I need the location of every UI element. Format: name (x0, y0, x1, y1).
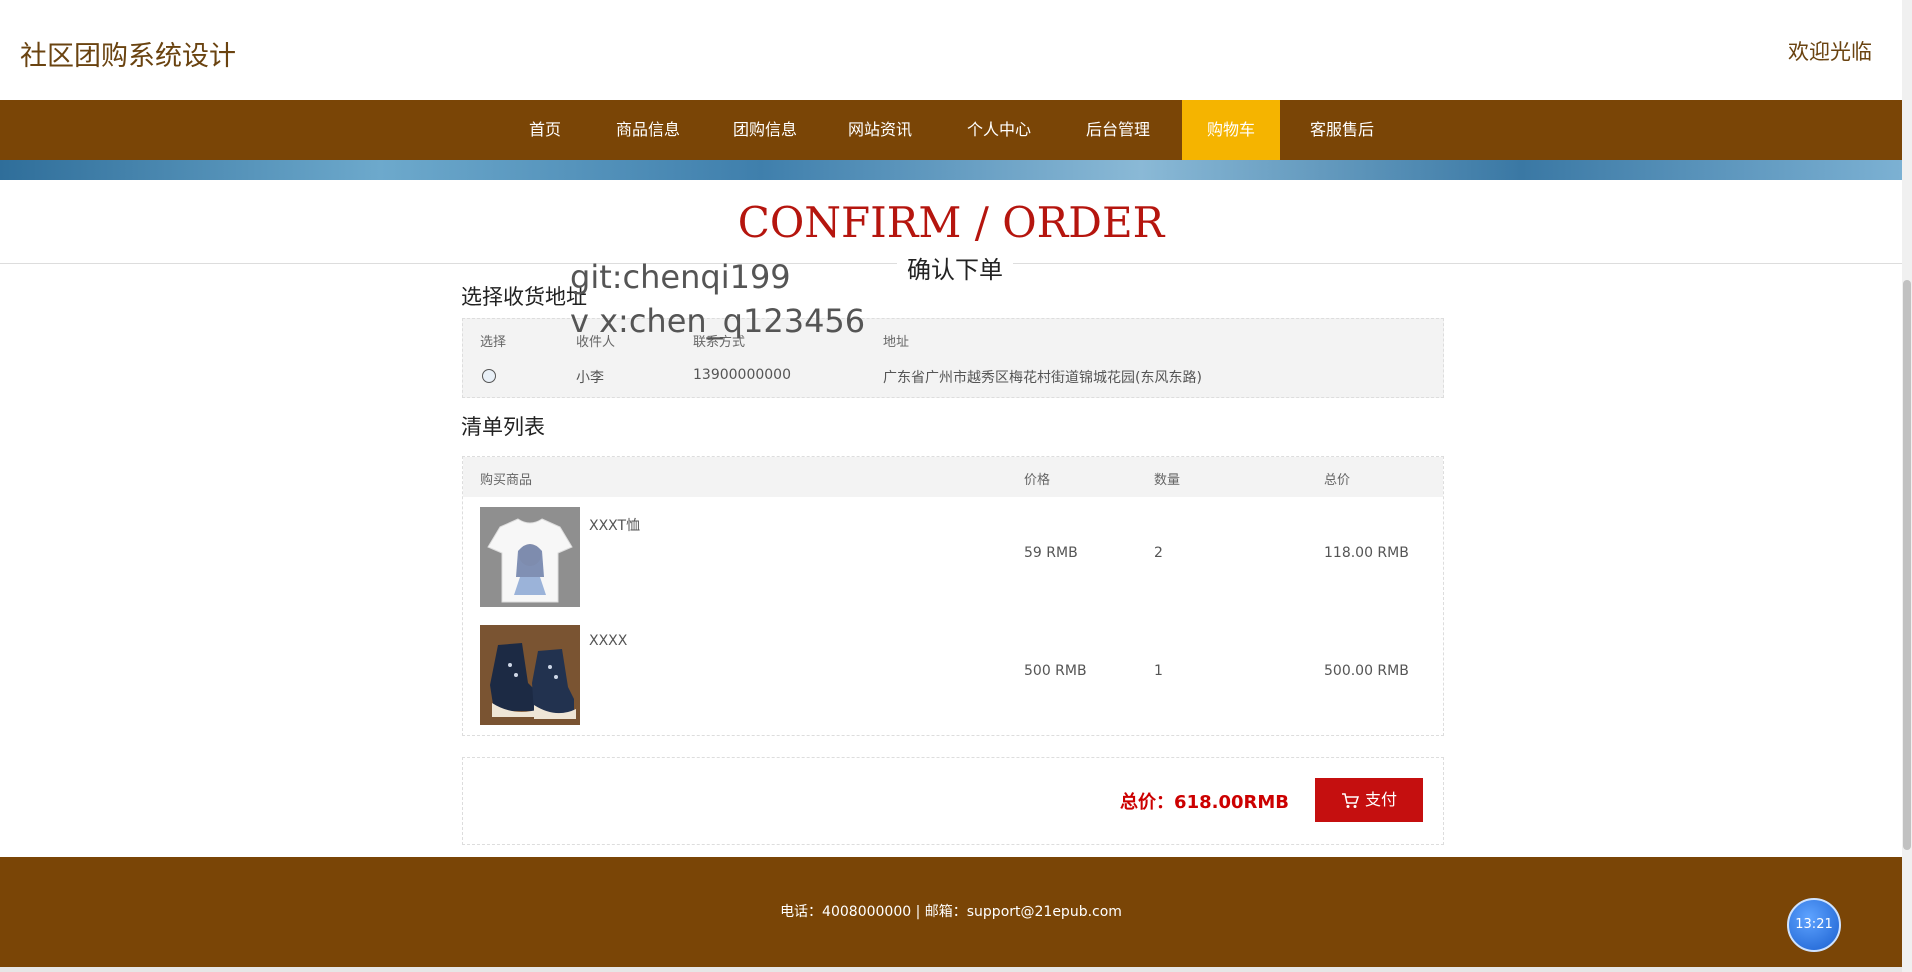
product-qty: 1 (1154, 663, 1163, 679)
product-image-tshirt[interactable] (480, 507, 580, 607)
address-section-title: 选择收货地址 (461, 285, 587, 309)
product-image-shoes[interactable] (480, 625, 580, 725)
address-header-address: 地址 (883, 335, 910, 350)
page-subtitle: 确认下单 (897, 250, 1013, 285)
product-price: 500 RMB (1024, 663, 1087, 679)
nav-item-cart[interactable]: 购物车 (1182, 100, 1280, 160)
product-name: XXXX (589, 633, 628, 649)
product-total: 500.00 RMB (1324, 663, 1409, 679)
watermark-line1: git:chenqi199 (570, 258, 791, 296)
clock-widget[interactable]: 13:21 (1787, 898, 1841, 952)
order-list-title: 清单列表 (461, 415, 545, 439)
cart-icon (1341, 792, 1360, 808)
order-list-header: 购买商品 价格 数量 总价 (463, 457, 1443, 497)
order-total: 总价：618.00RMB (1120, 792, 1289, 813)
address-header-select: 选择 (480, 335, 507, 350)
footer-contact: 电话：4008000000 | 邮箱：support@21epub.com (780, 904, 1122, 920)
address-select-radio[interactable] (482, 369, 496, 383)
main-nav: 首页 商品信息 团购信息 网站资讯 个人中心 后台管理 购物车 客服售后 (0, 100, 1902, 160)
page-title: CONFIRM / ORDER (737, 198, 1165, 247)
welcome-text: 欢迎光临 (1788, 40, 1872, 64)
nav-item-service[interactable]: 客服售后 (1296, 100, 1388, 160)
header-product: 购买商品 (480, 473, 533, 488)
site-title: 社区团购系统设计 (20, 41, 236, 72)
product-price: 59 RMB (1024, 545, 1078, 561)
header-total: 总价 (1324, 473, 1351, 488)
address-receiver: 小李 (576, 370, 604, 386)
nav-item-home[interactable]: 首页 (505, 100, 585, 160)
nav-item-news[interactable]: 网站资讯 (834, 100, 926, 160)
product-name: XXXT恤 (589, 518, 641, 534)
header-price: 价格 (1024, 473, 1051, 488)
watermark-line2: v x:chen_q123456 (570, 302, 866, 340)
address-phone: 13900000000 (693, 367, 791, 383)
product-total: 118.00 RMB (1324, 545, 1409, 561)
top-header: 社区团购系统设计 欢迎光临 (0, 0, 1902, 100)
order-summary: 总价：618.00RMB 支付 (462, 757, 1444, 845)
scrollbar-thumb[interactable] (1903, 280, 1911, 850)
header-qty: 数量 (1154, 473, 1181, 488)
banner-image-strip (0, 160, 1902, 180)
product-qty: 2 (1154, 545, 1163, 561)
bottom-edge (0, 967, 1912, 972)
address-detail: 广东省广州市越秀区梅花村街道锦城花园(东风东路) (883, 370, 1202, 386)
pay-button[interactable]: 支付 (1315, 778, 1423, 822)
nav-item-products[interactable]: 商品信息 (602, 100, 694, 160)
order-list-table: 购买商品 价格 数量 总价 XXXT恤 59 RMB 2 118.00 RMB (462, 456, 1444, 736)
pay-button-label: 支付 (1364, 790, 1397, 809)
page-scrollbar[interactable] (1902, 0, 1912, 972)
nav-item-groupbuy[interactable]: 团购信息 (719, 100, 811, 160)
nav-item-profile[interactable]: 个人中心 (953, 100, 1045, 160)
footer: 电话：4008000000 | 邮箱：support@21epub.com (0, 857, 1902, 967)
nav-item-admin[interactable]: 后台管理 (1072, 100, 1164, 160)
